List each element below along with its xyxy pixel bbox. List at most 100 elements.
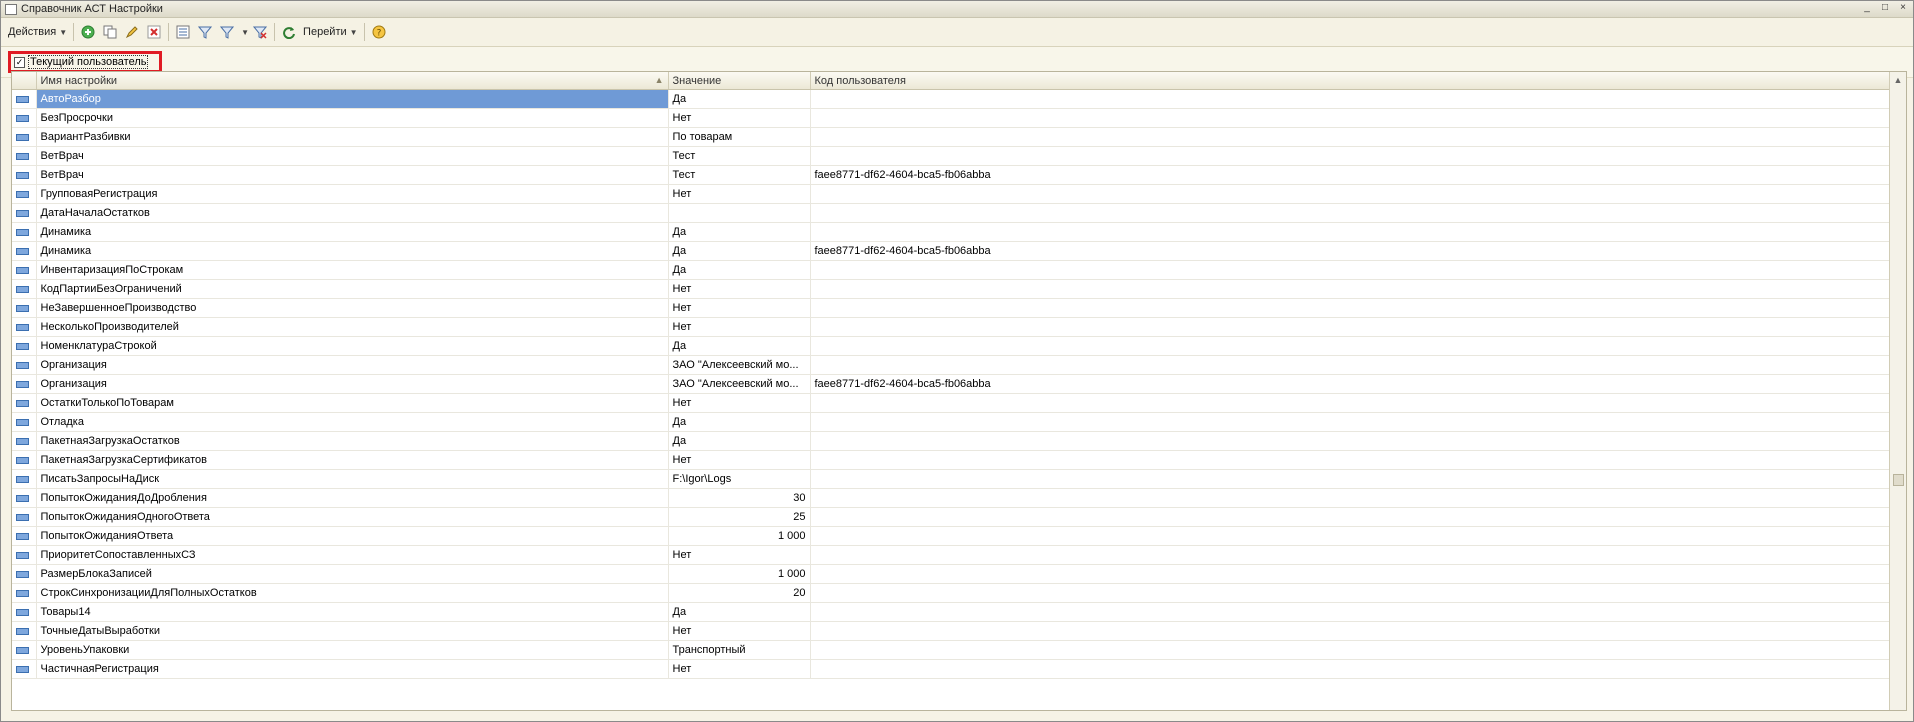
- table-row[interactable]: НесколькоПроизводителей Нет: [12, 317, 1893, 337]
- cell-value[interactable]: Тест: [668, 146, 811, 166]
- table-row[interactable]: Динамика Да faee8771-df62-4604-bca5-fb06ab…: [12, 241, 1893, 261]
- cell-user-code[interactable]: faee8771-df62-4604-bca5-fb06abba: [810, 374, 1893, 394]
- add-icon[interactable]: [80, 24, 96, 40]
- table-row[interactable]: ВариантРазбивки По товарам: [12, 127, 1893, 147]
- cell-user-code[interactable]: [810, 621, 1893, 641]
- cell-value[interactable]: Нет: [668, 298, 811, 318]
- cell-value[interactable]: Нет: [668, 317, 811, 337]
- cell-value[interactable]: Да: [668, 89, 811, 109]
- cell-user-code[interactable]: [810, 146, 1893, 166]
- cell-user-code[interactable]: [810, 431, 1893, 451]
- cell-setting-name[interactable]: Динамика: [36, 222, 669, 242]
- cell-value[interactable]: Нет: [668, 450, 811, 470]
- table-row[interactable]: КодПартииБезОграничений Нет: [12, 279, 1893, 299]
- cell-user-code[interactable]: [810, 583, 1893, 603]
- cell-setting-name[interactable]: Организация: [36, 355, 669, 375]
- filter-dropdown-icon[interactable]: [219, 24, 235, 40]
- table-row[interactable]: Товары14 Да: [12, 602, 1893, 622]
- cell-setting-name[interactable]: АвтоРазбор: [36, 89, 669, 109]
- table-row[interactable]: Организация ЗАО "Алексеевский мо...: [12, 355, 1893, 375]
- edit-icon[interactable]: [124, 24, 140, 40]
- cell-value[interactable]: Транспортный: [668, 640, 811, 660]
- cell-setting-name[interactable]: ГрупповаяРегистрация: [36, 184, 669, 204]
- help-icon[interactable]: ?: [371, 24, 387, 40]
- cell-value[interactable]: 1 000: [668, 564, 811, 584]
- cell-value[interactable]: Да: [668, 412, 811, 432]
- cell-value[interactable]: Да: [668, 260, 811, 280]
- cell-user-code[interactable]: [810, 317, 1893, 337]
- cell-user-code[interactable]: [810, 298, 1893, 318]
- cell-setting-name[interactable]: ДатаНачалаОстатков: [36, 203, 669, 223]
- table-row[interactable]: ОстаткиТолькоПоТоварам Нет: [12, 393, 1893, 413]
- table-row[interactable]: ВетВрач Тест: [12, 146, 1893, 166]
- cell-user-code[interactable]: [810, 545, 1893, 565]
- cell-value[interactable]: Нет: [668, 545, 811, 565]
- cell-user-code[interactable]: [810, 203, 1893, 223]
- cell-value[interactable]: Нет: [668, 393, 811, 413]
- clear-filter-icon[interactable]: [252, 24, 268, 40]
- cell-setting-name[interactable]: РазмерБлокаЗаписей: [36, 564, 669, 584]
- cell-value[interactable]: ЗАО "Алексеевский мо...: [668, 374, 811, 394]
- table-row[interactable]: БезПросрочки Нет: [12, 108, 1893, 128]
- cell-setting-name[interactable]: ПопытокОжиданияОдногоОтвета: [36, 507, 669, 527]
- cell-value[interactable]: [668, 203, 811, 223]
- cell-setting-name[interactable]: Отладка: [36, 412, 669, 432]
- cell-value[interactable]: Да: [668, 431, 811, 451]
- cell-value[interactable]: Тест: [668, 165, 811, 185]
- header-value[interactable]: Значение: [668, 72, 811, 90]
- cell-user-code[interactable]: [810, 602, 1893, 622]
- close-button[interactable]: ×: [1897, 2, 1909, 14]
- header-user[interactable]: Код пользователя: [810, 72, 1893, 90]
- cell-user-code[interactable]: [810, 564, 1893, 584]
- cell-user-code[interactable]: [810, 222, 1893, 242]
- maximize-button[interactable]: □: [1879, 2, 1891, 14]
- cell-value[interactable]: Нет: [668, 108, 811, 128]
- table-row[interactable]: Динамика Да: [12, 222, 1893, 242]
- cell-user-code[interactable]: [810, 108, 1893, 128]
- table-row[interactable]: ВетВрач Тест faee8771-df62-4604-bca5-fb06a…: [12, 165, 1893, 185]
- cell-value[interactable]: 1 000: [668, 526, 811, 546]
- cell-user-code[interactable]: [810, 355, 1893, 375]
- cell-setting-name[interactable]: ПисатьЗапросыНаДиск: [36, 469, 669, 489]
- current-user-filter[interactable]: ✓ Текущий пользователь: [8, 51, 162, 73]
- cell-setting-name[interactable]: БезПросрочки: [36, 108, 669, 128]
- cell-value[interactable]: Нет: [668, 184, 811, 204]
- cell-user-code[interactable]: [810, 659, 1893, 679]
- minimize-button[interactable]: _: [1861, 2, 1873, 14]
- cell-user-code[interactable]: [810, 127, 1893, 147]
- cell-value[interactable]: Нет: [668, 279, 811, 299]
- cell-value[interactable]: Да: [668, 602, 811, 622]
- cell-setting-name[interactable]: ОстаткиТолькоПоТоварам: [36, 393, 669, 413]
- vertical-scrollbar[interactable]: ▲: [1889, 72, 1906, 710]
- filter-list-icon[interactable]: [175, 24, 191, 40]
- cell-setting-name[interactable]: НесколькоПроизводителей: [36, 317, 669, 337]
- table-row[interactable]: Организация ЗАО "Алексеевский мо... faee87…: [12, 374, 1893, 394]
- cell-setting-name[interactable]: ЧастичнаяРегистрация: [36, 659, 669, 679]
- cell-value[interactable]: 25: [668, 507, 811, 527]
- cell-user-code[interactable]: [810, 184, 1893, 204]
- table-row[interactable]: ПопытокОжиданияОтвета 1 000: [12, 526, 1893, 546]
- cell-setting-name[interactable]: ВетВрач: [36, 165, 669, 185]
- cell-user-code[interactable]: [810, 640, 1893, 660]
- table-row[interactable]: Отладка Да: [12, 412, 1893, 432]
- cell-value[interactable]: Да: [668, 336, 811, 356]
- cell-setting-name[interactable]: ПопытокОжиданияДоДробления: [36, 488, 669, 508]
- cell-user-code[interactable]: [810, 393, 1893, 413]
- cell-setting-name[interactable]: ПакетнаяЗагрузкаОстатков: [36, 431, 669, 451]
- cell-value[interactable]: Нет: [668, 621, 811, 641]
- copy-icon[interactable]: [102, 24, 118, 40]
- current-user-checkbox[interactable]: ✓: [14, 56, 25, 68]
- table-row[interactable]: АвтоРазбор Да: [12, 89, 1893, 109]
- table-row[interactable]: НеЗавершенноеПроизводство Нет: [12, 298, 1893, 318]
- cell-value[interactable]: По товарам: [668, 127, 811, 147]
- cell-setting-name[interactable]: СтрокСинхронизацииДляПолныхОстатков: [36, 583, 669, 603]
- cell-setting-name[interactable]: УровеньУпаковки: [36, 640, 669, 660]
- cell-user-code[interactable]: [810, 488, 1893, 508]
- filter-icon[interactable]: [197, 24, 213, 40]
- cell-user-code[interactable]: faee8771-df62-4604-bca5-fb06abba: [810, 241, 1893, 261]
- cell-setting-name[interactable]: Динамика: [36, 241, 669, 261]
- table-row[interactable]: ПисатьЗапросыНаДиск F:\Igor\Logs: [12, 469, 1893, 489]
- cell-setting-name[interactable]: ПриоритетСопоставленныхСЗ: [36, 545, 669, 565]
- cell-setting-name[interactable]: ВетВрач: [36, 146, 669, 166]
- table-row[interactable]: ПакетнаяЗагрузкаСертификатов Нет: [12, 450, 1893, 470]
